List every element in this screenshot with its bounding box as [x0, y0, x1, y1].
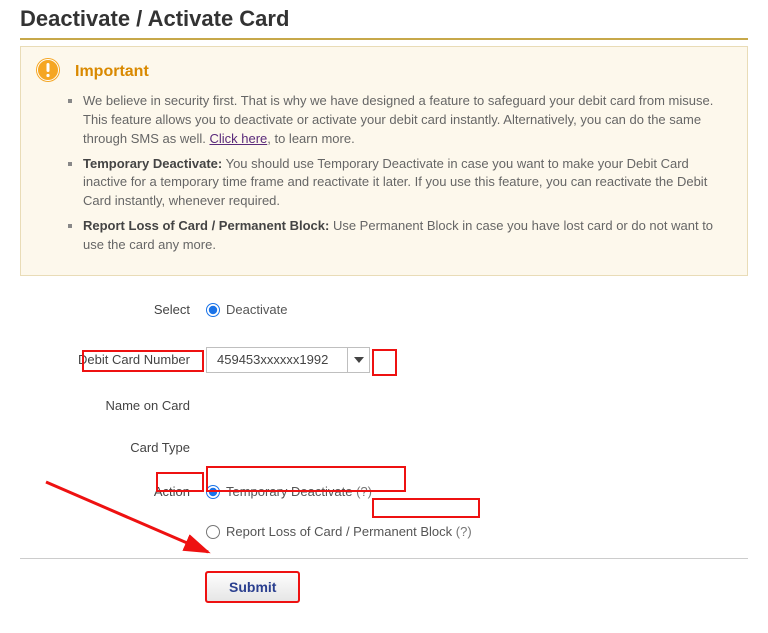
card-type-label: Card Type: [20, 440, 206, 455]
card-form: Select Deactivate Debit Card Number 4594…: [20, 294, 748, 603]
card-number-value: 459453xxxxxx1992: [207, 352, 347, 367]
important-panel: Important We believe in security first. …: [20, 46, 748, 276]
temporary-deactivate-radio[interactable]: [206, 485, 220, 499]
bullet-text: We believe in security first. That is wh…: [83, 93, 713, 146]
learn-more-link[interactable]: Click here: [209, 131, 267, 146]
submit-button[interactable]: Submit: [206, 572, 299, 602]
page-title: Deactivate / Activate Card: [20, 6, 748, 32]
deactivate-option-label: Deactivate: [226, 302, 287, 317]
bullet-bold: Temporary Deactivate:: [83, 156, 222, 171]
permanent-block-radio[interactable]: [206, 525, 220, 539]
deactivate-radio[interactable]: [206, 303, 220, 317]
important-heading: Important: [75, 63, 149, 81]
permanent-block-label: Report Loss of Card / Permanent Block (?…: [226, 524, 472, 539]
temporary-deactivate-label: Temporary Deactivate (?): [226, 484, 372, 499]
card-number-select[interactable]: 459453xxxxxx1992: [206, 347, 370, 373]
name-on-card-label: Name on Card: [20, 398, 206, 413]
important-bullet: We believe in security first. That is wh…: [83, 92, 731, 149]
select-label: Select: [20, 302, 206, 317]
help-icon[interactable]: (?): [356, 484, 372, 499]
important-bullet: Report Loss of Card / Permanent Block: U…: [83, 217, 731, 255]
chevron-down-icon[interactable]: [347, 348, 369, 372]
help-icon[interactable]: (?): [456, 524, 472, 539]
divider: [20, 38, 748, 40]
warning-icon: [35, 57, 61, 86]
card-number-label: Debit Card Number: [20, 352, 206, 367]
bullet-bold: Report Loss of Card / Permanent Block:: [83, 218, 329, 233]
divider: [20, 558, 748, 559]
important-list: We believe in security first. That is wh…: [83, 92, 731, 255]
important-bullet: Temporary Deactivate: You should use Tem…: [83, 155, 731, 212]
action-label: Action: [20, 484, 206, 499]
bullet-text: , to learn more.: [267, 131, 354, 146]
